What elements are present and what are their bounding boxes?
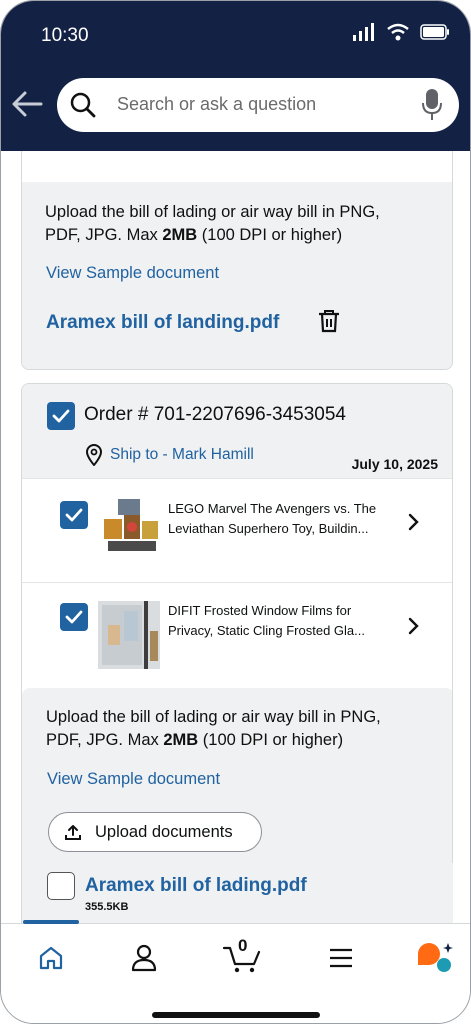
location-pin-icon: [85, 444, 103, 466]
order-number: Order # 701-2207696-3453054: [84, 404, 346, 425]
upload-instructions-2: Upload the bill of lading or air way bil…: [46, 706, 381, 752]
max-size-label: 2MB: [162, 226, 198, 244]
upload-instructions-line1: Upload the bill of lading or air way bil…: [46, 708, 381, 726]
window-film-product-image: [98, 601, 160, 669]
main-content[interactable]: Upload the bill of lading or air way bil…: [1, 151, 470, 923]
item-checkbox[interactable]: [60, 501, 88, 529]
item-title-2[interactable]: DIFIT Frosted Window Films for Privacy, …: [168, 601, 398, 641]
order-checkbox[interactable]: [47, 402, 75, 430]
microphone-icon[interactable]: [421, 88, 443, 122]
nav-menu[interactable]: [321, 940, 361, 976]
upload-documents-label: Upload documents: [95, 822, 233, 841]
order-item-row[interactable]: DIFIT Frosted Window Films for Privacy, …: [22, 582, 452, 688]
home-icon: [39, 946, 63, 970]
uploaded-file-link-2[interactable]: Aramex bill of lading.pdf: [85, 875, 307, 897]
checkmark-icon: [52, 409, 70, 423]
upload-panel-1: Upload the bill of lading or air way bil…: [22, 182, 452, 369]
dpi-note: (100 DPI or higher): [198, 731, 344, 749]
order-card: Order # 701-2207696-3453054 Ship to - Ma…: [21, 383, 453, 923]
upload-instructions-line2: PDF, JPG. Max 2MB (100 DPI or higher): [46, 729, 381, 752]
upload-instructions-1: Upload the bill of lading or air way bil…: [45, 201, 380, 247]
upload-instructions-prefix: PDF, JPG. Max: [45, 226, 163, 244]
upload-documents-button[interactable]: Upload documents: [48, 812, 262, 852]
assistant-icon: [418, 943, 453, 972]
dpi-note: (100 DPI or higher): [197, 226, 343, 244]
max-size-label: 2MB: [163, 731, 199, 749]
bottom-nav: 0: [1, 920, 470, 1023]
uploaded-file-link-1[interactable]: Aramex bill of landing.pdf: [46, 312, 279, 334]
upload-instructions-line1: Upload the bill of lading or air way bil…: [45, 203, 380, 221]
item-title-line2: Privacy, Static Cling Frosted Gla...: [168, 623, 365, 638]
order-date: July 10, 2025: [351, 456, 438, 472]
item-title-1[interactable]: LEGO Marvel The Avengers vs. The Leviath…: [168, 499, 398, 539]
nav-active-indicator: [23, 920, 79, 924]
back-arrow-icon[interactable]: [11, 89, 43, 119]
signal-icon: [353, 23, 374, 41]
view-sample-link-1[interactable]: View Sample document: [46, 264, 219, 283]
item-checkbox[interactable]: [60, 603, 88, 631]
user-icon: [131, 944, 157, 972]
search-placeholder: Search or ask a question: [117, 94, 317, 114]
order-header: Order # 701-2207696-3453054 Ship to - Ma…: [22, 384, 452, 478]
ship-to-link[interactable]: Ship to - Mark Hamill: [110, 446, 254, 464]
item-title-line2: Leviathan Superhero Toy, Buildin...: [168, 521, 369, 536]
status-icons: [352, 23, 450, 41]
upload-instructions-prefix: PDF, JPG. Max: [46, 731, 164, 749]
nav-home[interactable]: [31, 940, 71, 976]
file-checkbox[interactable]: [47, 872, 75, 900]
item-title-line1: DIFIT Frosted Window Films for: [168, 603, 352, 618]
wifi-icon: [387, 23, 409, 41]
nav-account[interactable]: [124, 940, 164, 976]
search-icon: [70, 92, 96, 118]
trash-icon[interactable]: [318, 309, 340, 333]
chevron-right-icon[interactable]: [408, 617, 420, 635]
phone-frame: 10:30 Search or ask a question Upload th…: [0, 0, 471, 1024]
cart-count: 0: [238, 936, 248, 955]
order-item-row[interactable]: LEGO Marvel The Avengers vs. The Leviath…: [22, 478, 452, 582]
upload-card-1: Upload the bill of lading or air way bil…: [21, 151, 453, 370]
search-input[interactable]: Search or ask a question: [57, 78, 459, 132]
file-size: 355.5KB: [85, 901, 129, 913]
status-time: 10:30: [41, 25, 89, 46]
item-title-line1: LEGO Marvel The Avengers vs. The: [168, 501, 377, 516]
lego-product-image: [104, 499, 158, 551]
chevron-right-icon[interactable]: [408, 513, 420, 531]
nav-cart[interactable]: 0: [219, 936, 265, 976]
checkmark-icon: [65, 610, 83, 624]
home-indicator: [152, 1012, 320, 1018]
upload-icon: [65, 825, 81, 840]
app-header: 10:30 Search or ask a question: [1, 1, 470, 151]
uploaded-file-row: Aramex bill of lading.pdf 355.5KB: [23, 863, 453, 923]
battery-icon: [420, 24, 449, 40]
view-sample-link-2[interactable]: View Sample document: [47, 770, 220, 789]
nav-assistant[interactable]: [415, 940, 455, 976]
menu-icon: [330, 948, 352, 968]
checkmark-icon: [65, 508, 83, 522]
upload-instructions-line2: PDF, JPG. Max 2MB (100 DPI or higher): [45, 224, 380, 247]
